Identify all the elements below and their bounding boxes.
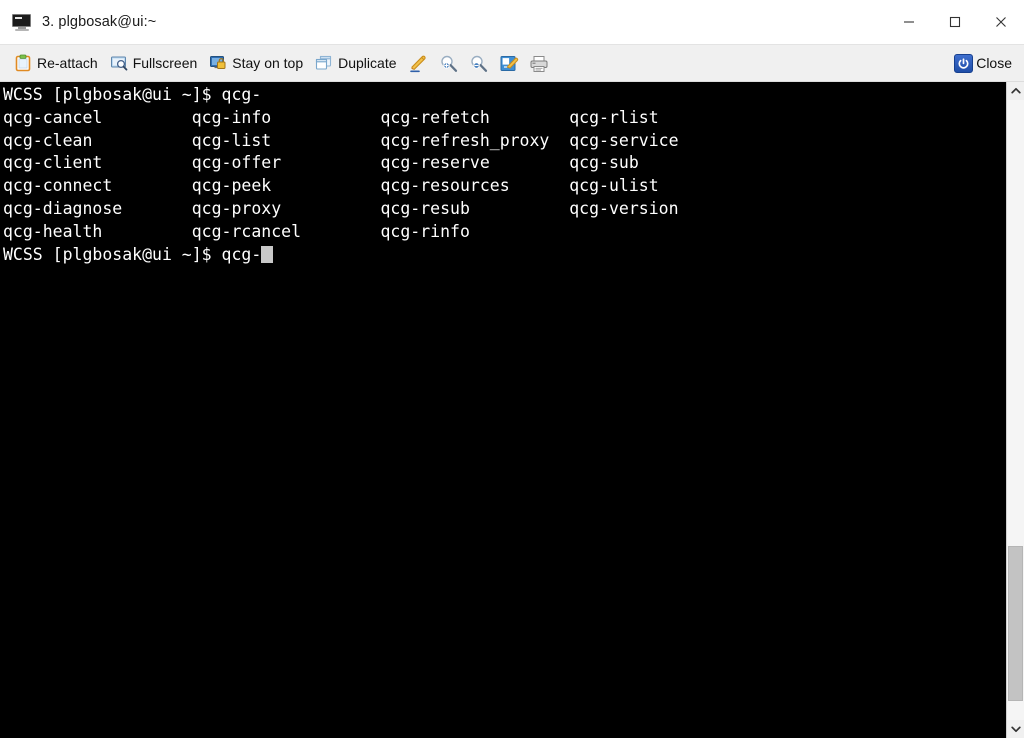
toolbar-label-re-attach: Re-attach bbox=[37, 55, 98, 71]
toolbar-label-duplicate: Duplicate bbox=[338, 55, 397, 71]
terminal-screen[interactable]: WCSS [plgbosak@ui ~]$ qcg- qcg-cancel qc… bbox=[1, 82, 1006, 738]
terminal-line: WCSS [plgbosak@ui ~]$ qcg- bbox=[3, 85, 262, 104]
title-bar: 3. plgbosak@ui:~ bbox=[0, 0, 1024, 44]
toolbar-button-zoom-out[interactable] bbox=[463, 48, 493, 78]
toolbar-item-fullscreen[interactable]: Fullscreen bbox=[104, 48, 204, 78]
title-bar-left: 3. plgbosak@ui:~ bbox=[0, 13, 157, 31]
terminal-scrollbar[interactable] bbox=[1006, 82, 1024, 738]
terminal-area: WCSS [plgbosak@ui ~]$ qcg- qcg-cancel qc… bbox=[0, 82, 1024, 738]
toolbar-button-zoom-in[interactable] bbox=[433, 48, 463, 78]
toolbar-item-stay-on-top[interactable]: Stay on top bbox=[203, 48, 309, 78]
toolbar-button-notepad-edit[interactable] bbox=[493, 48, 523, 78]
scrollbar-thumb[interactable] bbox=[1008, 546, 1023, 702]
terminal-line: qcg-cancel qcg-info qcg-refetch qcg-rlis… bbox=[3, 107, 659, 127]
toolbar-label-stay-on-top: Stay on top bbox=[232, 55, 304, 71]
zoom-in-icon bbox=[439, 54, 457, 72]
terminal-line: qcg-client qcg-offer qcg-reserve qcg-sub bbox=[3, 153, 639, 173]
terminal-cursor bbox=[261, 245, 273, 263]
stay-on-top-icon bbox=[209, 54, 227, 72]
terminal-window: 3. plgbosak@ui:~ Re-attach Fullscreen St… bbox=[0, 0, 1024, 738]
zoom-out-icon bbox=[469, 54, 487, 72]
terminal-line: qcg-connect qcg-peek qcg-resources qcg-u… bbox=[3, 176, 659, 196]
terminal-line: qcg-health qcg-rcancel qcg-rinfo bbox=[3, 221, 470, 241]
toolbar: Re-attach Fullscreen Stay on top Duplica… bbox=[0, 44, 1024, 82]
terminal-line: qcg-clean qcg-list qcg-refresh_proxy qcg… bbox=[3, 130, 679, 150]
maximize-button[interactable] bbox=[932, 0, 978, 44]
close-window-button[interactable] bbox=[978, 0, 1024, 44]
minimize-button[interactable] bbox=[886, 0, 932, 44]
window-controls bbox=[886, 0, 1024, 44]
clipboard-icon bbox=[14, 54, 32, 72]
toolbar-button-pencil[interactable] bbox=[403, 48, 433, 78]
scrollbar-up-arrow[interactable] bbox=[1007, 82, 1024, 100]
printer-icon bbox=[529, 54, 547, 72]
duplicate-icon bbox=[315, 54, 333, 72]
toolbar-item-re-attach[interactable]: Re-attach bbox=[8, 48, 104, 78]
scrollbar-down-arrow[interactable] bbox=[1007, 720, 1024, 738]
notepad-edit-icon bbox=[499, 54, 518, 72]
toolbar-button-printer[interactable] bbox=[523, 48, 553, 78]
power-icon bbox=[954, 53, 974, 73]
scrollbar-track[interactable] bbox=[1007, 100, 1024, 720]
toolbar-close-button[interactable]: Close bbox=[950, 48, 1020, 78]
toolbar-label-fullscreen: Fullscreen bbox=[132, 55, 198, 71]
toolbar-item-duplicate[interactable]: Duplicate bbox=[309, 48, 402, 78]
fullscreen-icon bbox=[110, 54, 128, 72]
terminal-line: qcg-diagnose qcg-proxy qcg-resub qcg-ver… bbox=[3, 198, 679, 218]
pencil-icon bbox=[409, 54, 427, 73]
monitor-icon bbox=[12, 13, 32, 31]
window-title: 3. plgbosak@ui:~ bbox=[42, 14, 157, 30]
toolbar-close-label: Close bbox=[976, 55, 1012, 71]
terminal-prompt-line: WCSS [plgbosak@ui ~]$ qcg- bbox=[3, 244, 1006, 267]
terminal-prompt-text: WCSS [plgbosak@ui ~]$ qcg- bbox=[3, 244, 262, 264]
